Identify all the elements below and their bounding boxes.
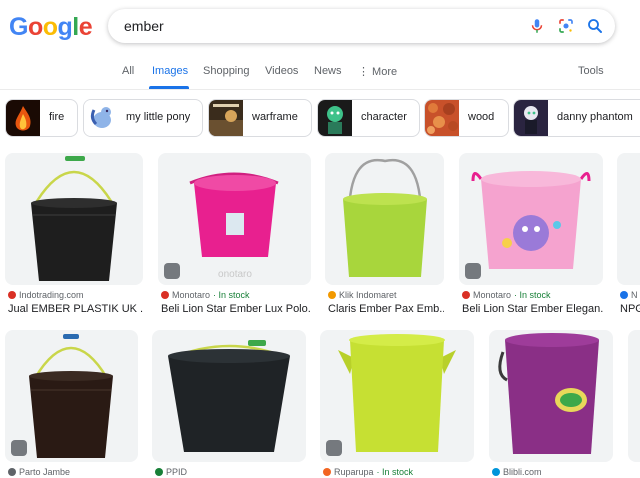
in-stock-label: · In stock — [213, 290, 250, 300]
search-icon[interactable] — [586, 17, 604, 35]
bucket-image: onotaro — [189, 172, 279, 280]
bucket-image — [343, 158, 427, 277]
source-name: Klik Indomaret — [339, 290, 397, 300]
result-thumbnail[interactable] — [152, 330, 306, 462]
source-favicon — [8, 468, 16, 476]
result-title[interactable]: Beli Lion Star Ember Lux Polo... — [161, 303, 311, 315]
source-name: Monotaro — [473, 290, 512, 300]
source-favicon — [462, 291, 470, 299]
result-thumbnail[interactable] — [5, 330, 138, 462]
result-source[interactable]: Klik Indomaret — [328, 290, 397, 300]
result-source[interactable]: Monotaro · In stock — [462, 290, 551, 300]
chip-label: fire — [49, 111, 65, 123]
result-thumbnail[interactable] — [325, 153, 444, 285]
logo-letter: g — [57, 13, 73, 41]
result-thumbnail[interactable] — [5, 153, 143, 285]
chip-label: wood — [468, 111, 495, 123]
source-favicon — [328, 291, 336, 299]
chip-my-little-pony[interactable]: my little pony — [83, 99, 203, 137]
result-source[interactable]: Parto Jambe — [8, 467, 70, 477]
product-tag-icon — [164, 263, 180, 279]
chip-thumbnail — [318, 100, 352, 136]
result-title[interactable]: Claris Ember Pax Emb... — [328, 303, 444, 315]
bucket-image — [31, 156, 117, 281]
result-thumbnail[interactable] — [628, 330, 640, 462]
header-divider — [0, 89, 640, 90]
result-source[interactable]: Blibli.com — [492, 467, 542, 477]
tools-button[interactable]: Tools — [578, 65, 604, 77]
source-name: Parto Jambe — [19, 467, 71, 477]
result-title[interactable]: Beli Lion Star Ember Elegan... — [462, 303, 603, 315]
search-box[interactable]: ember — [108, 9, 615, 43]
tab-shopping[interactable]: Shopping — [203, 65, 250, 77]
result-source[interactable]: PPID — [155, 467, 187, 477]
tab-news[interactable]: News — [314, 65, 342, 77]
chip-thumbnail — [84, 100, 118, 136]
source-favicon — [8, 291, 16, 299]
result-title[interactable]: Jual EMBER PLASTIK UK ... — [8, 303, 144, 315]
result-thumbnail[interactable] — [617, 153, 640, 285]
chip-thumbnail — [514, 100, 548, 136]
chip-label: character — [361, 111, 407, 123]
logo-letter: o — [42, 13, 58, 41]
chip-fire[interactable]: fire — [5, 99, 78, 137]
bucket-image — [338, 334, 456, 452]
tab-images[interactable]: Images — [152, 65, 188, 77]
product-tag-icon — [465, 263, 481, 279]
chip-character[interactable]: character — [317, 99, 420, 137]
result-thumbnail[interactable] — [320, 330, 474, 462]
source-name: Monotaro — [172, 290, 211, 300]
result-source[interactable]: Indotrading.com — [8, 290, 84, 300]
product-tag-icon — [11, 440, 27, 456]
bucket-image — [168, 340, 290, 452]
result-thumbnail[interactable]: onotaro — [158, 153, 311, 285]
result-thumbnail[interactable] — [489, 330, 613, 462]
logo-letter: G — [9, 13, 28, 41]
chip-label: warframe — [252, 111, 298, 123]
tab-videos[interactable]: Videos — [265, 65, 298, 77]
result-source[interactable]: N — [620, 290, 638, 300]
source-name: N — [631, 290, 638, 300]
logo-letter: e — [78, 13, 93, 41]
search-input[interactable]: ember — [124, 18, 164, 34]
source-favicon — [492, 468, 500, 476]
source-favicon — [323, 468, 331, 476]
in-stock-label: · In stock — [514, 290, 551, 300]
source-favicon — [161, 291, 169, 299]
chip-danny-phantom[interactable]: danny phantom — [513, 99, 640, 137]
google-logo[interactable]: Google — [9, 13, 93, 42]
bucket-image — [498, 333, 599, 454]
result-source[interactable]: Monotaro · In stock — [161, 290, 250, 300]
chip-label: my little pony — [126, 111, 191, 123]
chip-wood[interactable]: wood — [424, 99, 509, 137]
source-name: Blibli.com — [503, 467, 542, 477]
chip-thumbnail — [425, 100, 459, 136]
result-thumbnail[interactable] — [459, 153, 603, 285]
result-source[interactable]: Ruparupa · In stock — [323, 467, 413, 477]
product-tag-icon — [326, 440, 342, 456]
source-favicon — [620, 291, 628, 299]
microphone-icon[interactable] — [528, 17, 546, 35]
source-favicon — [155, 468, 163, 476]
chip-thumbnail — [209, 100, 243, 136]
chip-warframe[interactable]: warframe — [208, 99, 312, 137]
svg-text:onotaro: onotaro — [218, 269, 252, 280]
tab-more[interactable]: ⋮ More — [358, 65, 397, 78]
tab-all[interactable]: All — [122, 65, 134, 77]
search-tabs: All Images Shopping Videos News ⋮ More T… — [0, 64, 640, 89]
chip-label: danny phantom — [557, 111, 633, 123]
source-name: Indotrading.com — [19, 290, 84, 300]
source-name: Ruparupa — [334, 467, 374, 477]
logo-letter: o — [27, 13, 43, 41]
source-name: PPID — [166, 467, 188, 477]
in-stock-label: · In stock — [376, 467, 414, 477]
google-lens-icon[interactable] — [557, 17, 575, 35]
chip-thumbnail — [6, 100, 40, 136]
result-title[interactable]: NPG — [620, 303, 640, 315]
